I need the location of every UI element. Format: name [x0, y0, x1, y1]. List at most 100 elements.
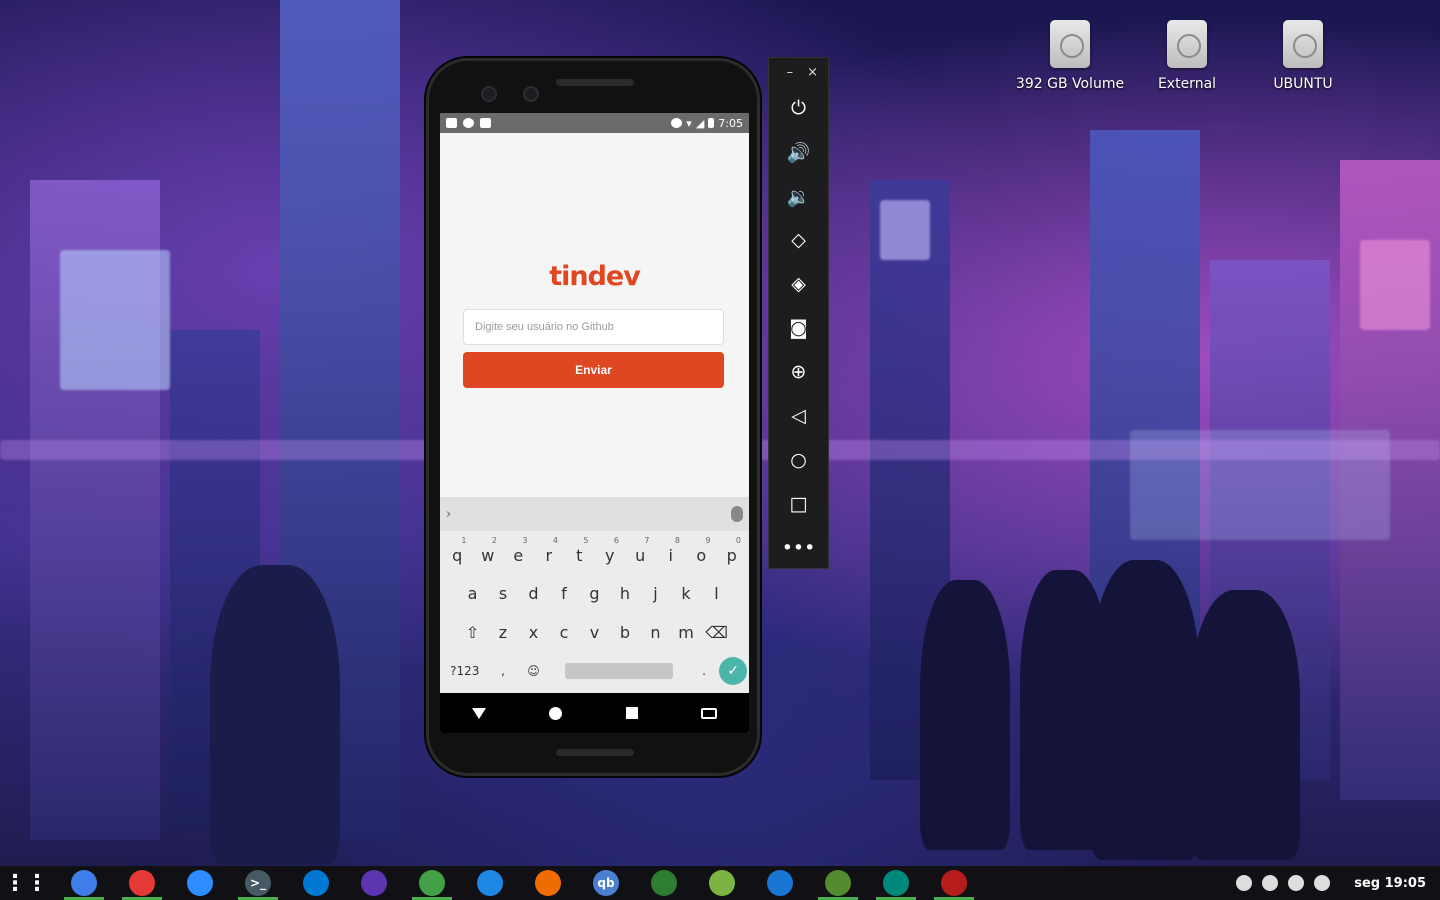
chrome-launcher[interactable] [120, 866, 164, 900]
emulator-toolbar: – × ⏻ 🔊 🔉 ◇ ◈ ◙ ⊕ ◁ ○ □ ••• [768, 57, 829, 569]
key-q[interactable]: q1 [442, 536, 473, 575]
key-g[interactable]: g [579, 575, 610, 613]
zoom-icon [187, 870, 213, 896]
zoom-launcher[interactable] [178, 866, 222, 900]
zoom-icon[interactable]: ⊕ [769, 350, 828, 394]
rotate-right-icon[interactable]: ◈ [769, 262, 828, 306]
phone-screen: ▾ ◢ 7:05 tindev Digite seu usuário no Gi… [440, 113, 749, 733]
key-j[interactable]: j [640, 575, 671, 613]
taskbar: ⋮⋮ >_ qb seg 19:05 [0, 866, 1440, 900]
settings-app-launcher[interactable] [642, 866, 686, 900]
circle-notification-icon [463, 118, 474, 128]
files-launcher[interactable] [62, 866, 106, 900]
volume-down-icon[interactable]: 🔉 [769, 174, 828, 218]
tray-app-icon[interactable] [1236, 875, 1253, 891]
tray-shield-icon[interactable] [1262, 875, 1279, 891]
home-icon[interactable]: ○ [769, 438, 828, 482]
nav-home-icon[interactable] [549, 706, 563, 720]
key-r[interactable]: r4 [534, 536, 565, 575]
mongodb-launcher[interactable] [410, 866, 454, 900]
key-k[interactable]: k [671, 575, 702, 613]
key-x[interactable]: x [518, 614, 549, 652]
minimize-button[interactable]: – [787, 65, 794, 80]
chevron-down-icon[interactable] [1314, 875, 1331, 891]
close-button[interactable]: × [807, 65, 818, 80]
emulator-launcher[interactable] [874, 866, 918, 900]
phone-bottom-speaker [556, 749, 634, 756]
more-icon[interactable]: ••• [769, 526, 828, 570]
key-h[interactable]: h [610, 575, 641, 613]
android-app-launcher[interactable] [700, 866, 744, 900]
desktop-icon-volume[interactable]: 392 GB Volume [1010, 20, 1130, 92]
camera-icon[interactable]: ◙ [769, 306, 828, 350]
android-studio-launcher[interactable] [816, 866, 860, 900]
dnd-icon [671, 118, 683, 128]
backspace-key-icon[interactable]: ⌫ [701, 614, 732, 652]
power-tray-icon[interactable] [1288, 875, 1305, 891]
terminal-launcher[interactable]: >_ [236, 866, 280, 900]
nav-back-icon[interactable] [471, 707, 486, 719]
vlc-launcher[interactable] [526, 866, 570, 900]
key-c[interactable]: c [549, 614, 580, 652]
desktop-icon-label: External [1157, 76, 1217, 92]
shift-key-icon[interactable]: ⇧ [457, 614, 488, 652]
key-v[interactable]: v [579, 614, 610, 652]
key-u[interactable]: u7 [625, 536, 656, 575]
qbittorrent-launcher[interactable]: qb [584, 866, 628, 900]
period-key[interactable]: . [689, 652, 720, 690]
key-w[interactable]: w2 [473, 536, 504, 575]
desktop-icon-external[interactable]: External [1127, 20, 1247, 92]
app-grid-launcher[interactable]: ⋮⋮ [4, 866, 48, 900]
key-m[interactable]: m [671, 614, 702, 652]
red-app-icon [941, 870, 967, 896]
phone-speaker [556, 79, 634, 86]
symbols-key[interactable]: ?123 [442, 652, 488, 690]
key-n[interactable]: n [640, 614, 671, 652]
key-y[interactable]: y6 [595, 536, 626, 575]
vscode-launcher[interactable] [294, 866, 338, 900]
enter-check-icon[interactable]: ✓ [719, 657, 748, 685]
volume-up-icon[interactable]: 🔊 [769, 130, 828, 174]
github-username-input[interactable]: Digite seu usuário no Github [463, 309, 724, 345]
key-p[interactable]: p0 [717, 536, 748, 575]
submit-button[interactable]: Enviar [463, 352, 724, 388]
key-z[interactable]: z [488, 614, 519, 652]
circle-app-launcher[interactable] [352, 866, 396, 900]
comma-key[interactable]: , [488, 652, 519, 690]
keyboard-row-2: asdfghjkl [440, 575, 749, 613]
microphone-icon[interactable] [731, 506, 743, 522]
android-studio-icon [825, 870, 851, 896]
red-app-launcher[interactable] [932, 866, 976, 900]
chevron-right-icon[interactable]: › [446, 507, 451, 522]
emoji-key-icon[interactable]: ☺ [518, 652, 549, 690]
key-e[interactable]: e3 [503, 536, 534, 575]
grid-app-launcher[interactable] [758, 866, 802, 900]
keyboard-suggestion-bar: › [440, 497, 749, 531]
desktop-icon-ubuntu[interactable]: UBUNTU [1243, 20, 1363, 92]
key-d[interactable]: d [518, 575, 549, 613]
power-icon[interactable]: ⏻ [769, 86, 828, 130]
battery-icon [708, 118, 715, 128]
key-o[interactable]: o9 [686, 536, 717, 575]
keyboard-switch-icon[interactable] [701, 707, 718, 719]
key-s[interactable]: s [488, 575, 519, 613]
rotate-left-icon[interactable]: ◇ [769, 218, 828, 262]
soft-keyboard: › q1w2e3r4t5y6u7i8o9p0 asdfghjkl ⇧ zxcvb… [440, 497, 749, 693]
desktop-icon-label: UBUNTU [1273, 76, 1333, 92]
key-a[interactable]: a [457, 575, 488, 613]
key-f[interactable]: f [549, 575, 580, 613]
sdcard-notification-icon [480, 118, 491, 128]
box-app-launcher[interactable] [468, 866, 512, 900]
key-t[interactable]: t5 [564, 536, 595, 575]
back-icon[interactable]: ◁ [769, 394, 828, 438]
clock[interactable]: seg 19:05 [1354, 876, 1426, 891]
overview-icon[interactable]: □ [769, 482, 828, 526]
gmail-notification-icon [446, 118, 457, 128]
nav-recent-icon[interactable] [625, 707, 638, 719]
drive-icon [1283, 20, 1323, 68]
key-i[interactable]: i8 [656, 536, 687, 575]
key-l[interactable]: l [701, 575, 732, 613]
key-b[interactable]: b [610, 614, 641, 652]
keyboard-row-3: ⇧ zxcvbnm ⌫ [440, 614, 749, 652]
space-key[interactable] [564, 663, 673, 679]
